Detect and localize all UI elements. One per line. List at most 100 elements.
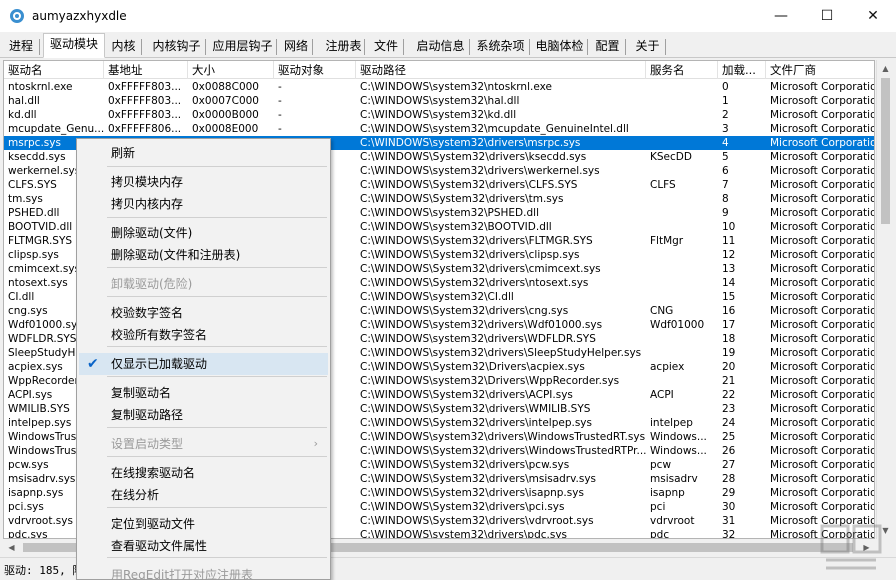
table-cell: 15 [722, 291, 736, 303]
table-cell: 28 [722, 473, 736, 485]
table-row[interactable]: kd.dll 0xFFFFF803... 0x0000B000 - C:\WINDOWS… [4, 108, 874, 122]
menu-item[interactable]: 删除驱动(文件和注册表) [79, 244, 328, 266]
table-cell: 32 [722, 529, 736, 539]
column-header[interactable]: 驱动名 [4, 61, 104, 79]
tab-12[interactable]: 关于 [630, 35, 666, 57]
menu-item[interactable]: 校验数字签名 [79, 302, 328, 324]
tab-3[interactable]: 内核钩子 [148, 35, 206, 57]
column-header[interactable]: 加载... [718, 61, 766, 79]
table-cell: - [278, 95, 282, 107]
table-cell: C:\WINDOWS\System32\drivers\WindowsTrust… [360, 445, 646, 457]
table-cell: 21 [722, 375, 736, 387]
table-cell: 22 [722, 389, 736, 401]
table-cell: C:\WINDOWS\System32\drivers\isapnp.sys [360, 487, 584, 499]
table-cell: Microsoft Corporation [770, 151, 875, 163]
table-cell: C:\WINDOWS\System32\drivers\clipsp.sys [360, 249, 580, 261]
table-cell: 1 [722, 95, 729, 107]
menu-item-label: 在线分析 [111, 488, 160, 502]
table-header: 驱动名 基地址 大小 驱动对象 驱动路径 服务名 加载... 文件厂商 [4, 61, 874, 79]
menu-item-label: 仅显示已加载驱动 [111, 357, 208, 371]
table-row[interactable]: ntoskrnl.exe 0xFFFFF803... 0x0088C000 - C:\W… [4, 80, 874, 94]
column-header[interactable]: 驱动路径 [356, 61, 646, 79]
table-cell: kd.dll [8, 109, 37, 121]
table-cell: 27 [722, 459, 736, 471]
tab-6[interactable]: 注册表 [323, 35, 365, 57]
scroll-thumb[interactable] [881, 78, 890, 224]
table-cell: Microsoft Corporation [770, 361, 875, 373]
column-header[interactable]: 文件厂商 [766, 61, 874, 79]
table-cell: 5 [722, 151, 729, 163]
column-header[interactable]: 服务名 [646, 61, 718, 79]
menu-item[interactable]: 删除驱动(文件) [79, 222, 328, 244]
menu-item[interactable]: 定位到驱动文件 [79, 513, 328, 535]
table-cell [646, 94, 718, 108]
table-cell [646, 192, 718, 206]
tab-9[interactable]: 系统杂项 [472, 35, 530, 57]
table-cell: Microsoft Corporation [770, 473, 875, 485]
tab-8[interactable]: 启动信息 [412, 35, 470, 57]
table-cell: C:\WINDOWS\System32\drivers\cng.sys [360, 305, 569, 317]
tab-5[interactable]: 网络 [280, 35, 313, 57]
menu-item-label: 在线搜索驱动名 [111, 466, 196, 480]
tab-11[interactable]: 配置 [590, 35, 626, 57]
table-cell: 0x0000B000 [192, 109, 259, 121]
table-row[interactable]: hal.dll 0xFFFFF803... 0x0007C000 - C:\WINDOW… [4, 94, 874, 108]
tab-7[interactable]: 文件 [369, 35, 404, 57]
tab-2[interactable]: 内核 [106, 35, 142, 57]
menu-item-label: 复制驱动名 [111, 386, 172, 400]
table-cell [646, 346, 718, 360]
table-cell: C:\WINDOWS\System32\drivers\pcw.sys [360, 459, 570, 471]
close-button[interactable]: ✕ [850, 0, 896, 32]
menu-separator [107, 166, 327, 167]
menu-item[interactable]: 拷贝内核内存 [79, 193, 328, 215]
table-cell: C:\WINDOWS\system32\drivers\pdc.sys [360, 529, 568, 539]
table-cell: Microsoft Corporation [770, 459, 875, 471]
table-cell: 29 [722, 487, 736, 499]
table-cell: C:\WINDOWS\system32\drivers\werkernel.sy… [360, 165, 600, 177]
table-cell: 3 [722, 123, 729, 135]
table-cell: ntoskrnl.exe [8, 81, 73, 93]
menu-item-label: 用RegEdit打开对应注册表 [111, 568, 254, 580]
minimize-button[interactable]: — [758, 0, 804, 32]
tab-10[interactable]: 电脑体检 [532, 35, 588, 57]
maximize-button[interactable]: ☐ [804, 0, 850, 32]
table-cell: Microsoft Corporation [770, 179, 875, 191]
table-cell: 17 [722, 319, 736, 331]
menu-item-label: 删除驱动(文件和注册表) [111, 248, 241, 262]
menu-item[interactable]: 仅显示已加载驱动 ✔ [79, 353, 328, 375]
tab-4[interactable]: 应用层钩子 [209, 35, 277, 57]
watermark-logo-icon [820, 524, 882, 570]
tab-1[interactable]: 驱动模块 [43, 33, 105, 58]
table-cell: Microsoft Corporation [770, 193, 875, 205]
table-cell [646, 276, 718, 290]
table-cell: Microsoft Corporation [770, 165, 875, 177]
menu-item-label: 校验数字签名 [111, 306, 184, 320]
table-cell: Microsoft Corporation [770, 375, 875, 387]
table-cell: Microsoft Corporation [770, 137, 875, 149]
menu-item[interactable]: 复制驱动路径 [79, 404, 328, 426]
scroll-up-icon[interactable]: ▲ [877, 60, 894, 77]
table-cell: intelpep [650, 417, 693, 429]
menu-item[interactable]: 拷贝模块内存 [79, 171, 328, 193]
menu-item[interactable]: 查看驱动文件属性 [79, 535, 328, 557]
column-header[interactable]: 基地址 [104, 61, 188, 79]
menu-item[interactable]: 校验所有数字签名 [79, 324, 328, 346]
menu-item[interactable]: 刷新 [79, 142, 328, 164]
menu-item[interactable]: 在线搜索驱动名 [79, 462, 328, 484]
table-cell: - [278, 81, 282, 93]
table-cell: Microsoft Corporation [770, 123, 875, 135]
menu-item[interactable]: 在线分析 [79, 484, 328, 506]
column-header[interactable]: 大小 [188, 61, 274, 79]
table-cell: C:\WINDOWS\system32\Drivers\WppRecorder.… [360, 375, 620, 387]
column-header[interactable]: 驱动对象 [274, 61, 356, 79]
scroll-left-icon[interactable]: ◀ [3, 539, 20, 556]
table-cell: C:\WINDOWS\system32\drivers\Wdf01000.sys [360, 319, 603, 331]
tab-0[interactable]: 进程 [3, 35, 40, 57]
table-cell: 0x0008E000 [192, 123, 259, 135]
table-cell: Microsoft Corporation [770, 319, 875, 331]
vertical-scrollbar[interactable]: ▲ ▼ [876, 60, 893, 539]
table-cell [646, 402, 718, 416]
table-cell: 4 [722, 137, 729, 149]
menu-item[interactable]: 复制驱动名 [79, 382, 328, 404]
table-row[interactable]: mcupdate_Genu... 0xFFFFF806... 0x0008E000 -… [4, 122, 875, 136]
